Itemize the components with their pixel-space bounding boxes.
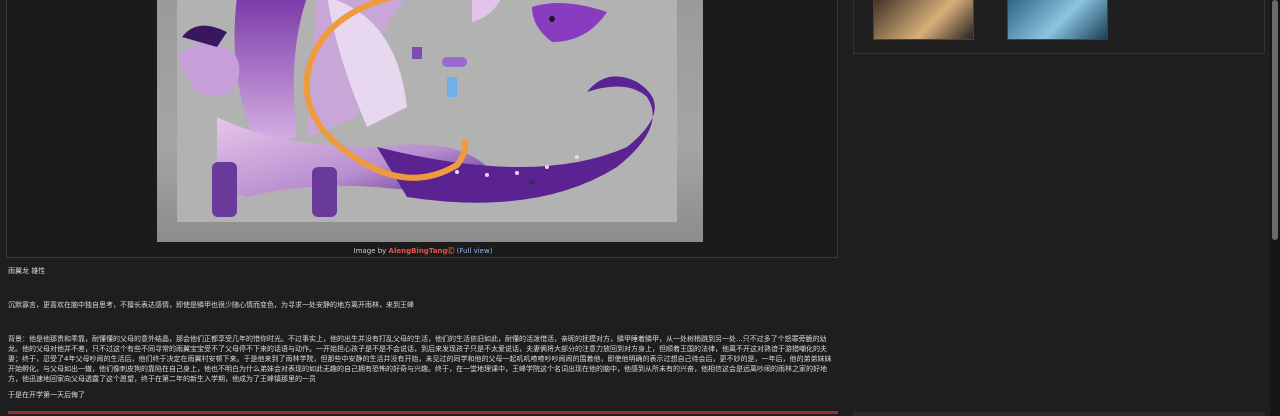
section-divider <box>8 411 838 414</box>
thumbnail-blue-dragon[interactable] <box>1007 0 1108 40</box>
image-frame <box>6 0 838 258</box>
bio-personality: 沉默寡言，更喜欢在脑中独自思考，不擅长表达感情，即使是鳞甲也很少随心情而变色，为… <box>8 301 414 309</box>
page-scrollbar[interactable] <box>1270 0 1280 416</box>
caption-prefix: Image by <box>353 247 389 255</box>
scrollbar-thumb[interactable] <box>1272 0 1278 240</box>
bio-regret: 于是在开学第一天后悔了 <box>8 391 85 399</box>
sidebar-panel-bottom <box>853 412 1265 416</box>
full-view-link[interactable]: (Full view) <box>457 247 493 255</box>
bio-title: 雨翼龙 雄性 <box>8 267 46 275</box>
page: Image by AlengBingTangⒸ (Full view) 雨翼龙 … <box>0 0 1280 416</box>
related-thumbnails-panel <box>853 0 1265 54</box>
dragon-artwork[interactable] <box>157 0 703 242</box>
main-column: Image by AlengBingTangⒸ (Full view) 雨翼龙 … <box>0 0 848 416</box>
artist-link[interactable]: AlengBingTang <box>389 247 448 255</box>
image-caption: Image by AlengBingTangⒸ (Full view) <box>0 246 846 256</box>
artist-badge-icon: Ⓒ <box>447 247 455 255</box>
thumbnail-cream-dragon[interactable] <box>873 0 974 40</box>
bio-background: 背景：他是他那贵和乖靠，耐懂懂的父母的意外结晶，那会他们正都享受几年的惜你时光。… <box>8 335 832 383</box>
